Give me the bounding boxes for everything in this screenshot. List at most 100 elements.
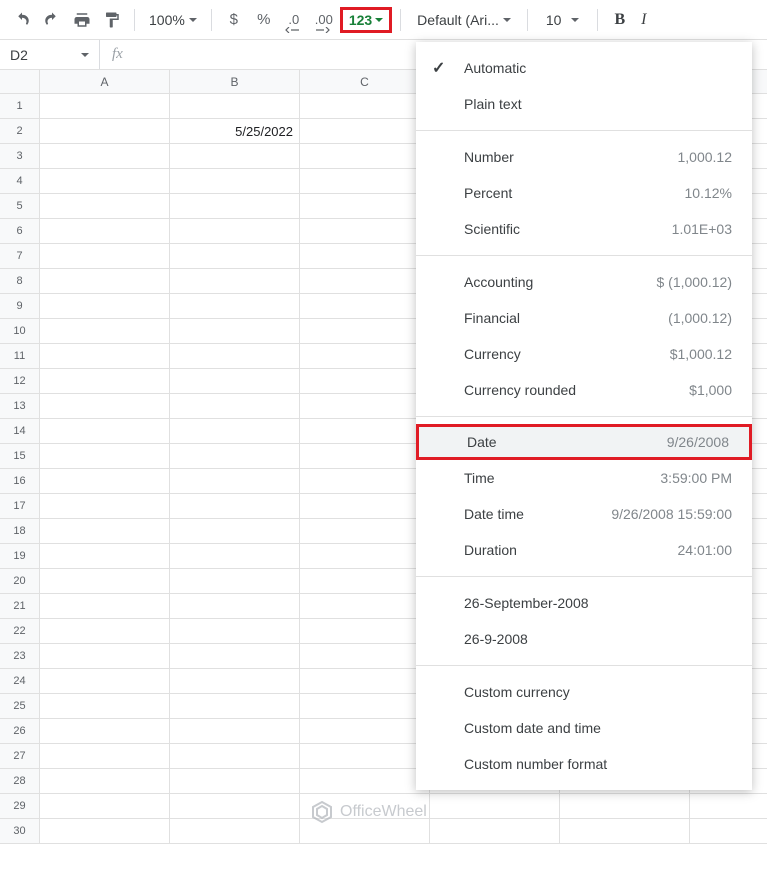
cell[interactable] xyxy=(40,244,170,269)
cell[interactable] xyxy=(40,694,170,719)
cell[interactable] xyxy=(300,669,430,694)
row-header[interactable]: 17 xyxy=(0,494,40,519)
cell[interactable] xyxy=(170,144,300,169)
row-header[interactable]: 22 xyxy=(0,619,40,644)
cell[interactable] xyxy=(40,94,170,119)
cell[interactable] xyxy=(170,544,300,569)
cell[interactable] xyxy=(300,444,430,469)
cell[interactable] xyxy=(40,669,170,694)
cell[interactable] xyxy=(40,369,170,394)
cell[interactable] xyxy=(170,769,300,794)
row-header[interactable]: 18 xyxy=(0,519,40,544)
row-header[interactable]: 5 xyxy=(0,194,40,219)
cell[interactable] xyxy=(40,344,170,369)
cell[interactable] xyxy=(40,144,170,169)
menu-item[interactable]: 26-9-2008 xyxy=(416,621,752,657)
cell[interactable] xyxy=(40,194,170,219)
menu-item[interactable]: Currency rounded$1,000 xyxy=(416,372,752,408)
menu-item[interactable]: Financial(1,000.12) xyxy=(416,300,752,336)
cell[interactable] xyxy=(300,794,430,819)
menu-item[interactable]: Scientific1.01E+03 xyxy=(416,211,752,247)
cell[interactable] xyxy=(170,469,300,494)
cell[interactable] xyxy=(170,419,300,444)
cell[interactable] xyxy=(300,494,430,519)
name-box[interactable]: D2 xyxy=(0,40,100,69)
row-header[interactable]: 6 xyxy=(0,219,40,244)
menu-item[interactable]: Custom date and time xyxy=(416,710,752,746)
cell[interactable] xyxy=(170,694,300,719)
italic-button[interactable]: I xyxy=(635,11,652,29)
redo-button[interactable] xyxy=(38,6,66,34)
cell[interactable] xyxy=(430,794,560,819)
cell[interactable] xyxy=(300,769,430,794)
row-header[interactable]: 28 xyxy=(0,769,40,794)
cell[interactable] xyxy=(300,569,430,594)
cell[interactable] xyxy=(300,269,430,294)
cell[interactable] xyxy=(300,194,430,219)
decrease-decimal-button[interactable]: .0 xyxy=(280,6,308,34)
paint-format-button[interactable] xyxy=(98,6,126,34)
cell[interactable] xyxy=(300,169,430,194)
cell[interactable] xyxy=(170,594,300,619)
row-header[interactable]: 23 xyxy=(0,644,40,669)
cell[interactable] xyxy=(40,119,170,144)
menu-item[interactable]: Custom currency xyxy=(416,674,752,710)
menu-item[interactable]: Number1,000.12 xyxy=(416,139,752,175)
bold-button[interactable]: B xyxy=(606,11,633,29)
cell[interactable] xyxy=(170,169,300,194)
row-header[interactable]: 16 xyxy=(0,469,40,494)
cell[interactable] xyxy=(170,494,300,519)
cell[interactable] xyxy=(300,94,430,119)
undo-button[interactable] xyxy=(8,6,36,34)
cell[interactable] xyxy=(300,344,430,369)
cell[interactable] xyxy=(170,619,300,644)
column-header[interactable]: A xyxy=(40,70,170,94)
row-header[interactable]: 21 xyxy=(0,594,40,619)
row-header[interactable]: 11 xyxy=(0,344,40,369)
cell[interactable] xyxy=(170,94,300,119)
row-header[interactable]: 29 xyxy=(0,794,40,819)
cell[interactable] xyxy=(40,444,170,469)
cell[interactable] xyxy=(170,794,300,819)
cell[interactable] xyxy=(40,519,170,544)
row-header[interactable]: 3 xyxy=(0,144,40,169)
row-header[interactable]: 19 xyxy=(0,544,40,569)
cell[interactable] xyxy=(300,519,430,544)
cell[interactable] xyxy=(300,144,430,169)
cell[interactable] xyxy=(40,569,170,594)
cell[interactable] xyxy=(300,219,430,244)
cell[interactable] xyxy=(40,544,170,569)
print-button[interactable] xyxy=(68,6,96,34)
cell[interactable] xyxy=(300,544,430,569)
cell[interactable] xyxy=(300,319,430,344)
menu-item[interactable]: Duration24:01:00 xyxy=(416,532,752,568)
cell[interactable] xyxy=(40,794,170,819)
cell[interactable] xyxy=(300,244,430,269)
row-header[interactable]: 15 xyxy=(0,444,40,469)
cell[interactable] xyxy=(40,494,170,519)
row-header[interactable]: 4 xyxy=(0,169,40,194)
more-formats-dropdown[interactable]: 123 xyxy=(340,7,392,33)
menu-item[interactable]: Date time9/26/2008 15:59:00 xyxy=(416,496,752,532)
cell[interactable] xyxy=(40,744,170,769)
cell[interactable] xyxy=(300,644,430,669)
row-header[interactable]: 30 xyxy=(0,819,40,844)
menu-item[interactable]: Currency$1,000.12 xyxy=(416,336,752,372)
cell[interactable] xyxy=(40,294,170,319)
font-dropdown[interactable]: Default (Ari... xyxy=(409,12,519,28)
zoom-dropdown[interactable]: 100% xyxy=(143,6,203,34)
menu-item-automatic[interactable]: ✓Automatic xyxy=(416,50,752,86)
cell[interactable] xyxy=(170,369,300,394)
cell[interactable] xyxy=(170,244,300,269)
menu-item[interactable]: Custom number format xyxy=(416,746,752,782)
cell[interactable] xyxy=(170,294,300,319)
menu-item[interactable]: Accounting$ (1,000.12) xyxy=(416,264,752,300)
cell[interactable]: 5/25/2022 xyxy=(170,119,300,144)
cell[interactable] xyxy=(170,344,300,369)
cell[interactable] xyxy=(40,719,170,744)
cell[interactable] xyxy=(170,269,300,294)
cell[interactable] xyxy=(300,394,430,419)
increase-decimal-button[interactable]: .00 xyxy=(310,6,338,34)
row-header[interactable]: 20 xyxy=(0,569,40,594)
select-all-corner[interactable] xyxy=(0,70,40,94)
